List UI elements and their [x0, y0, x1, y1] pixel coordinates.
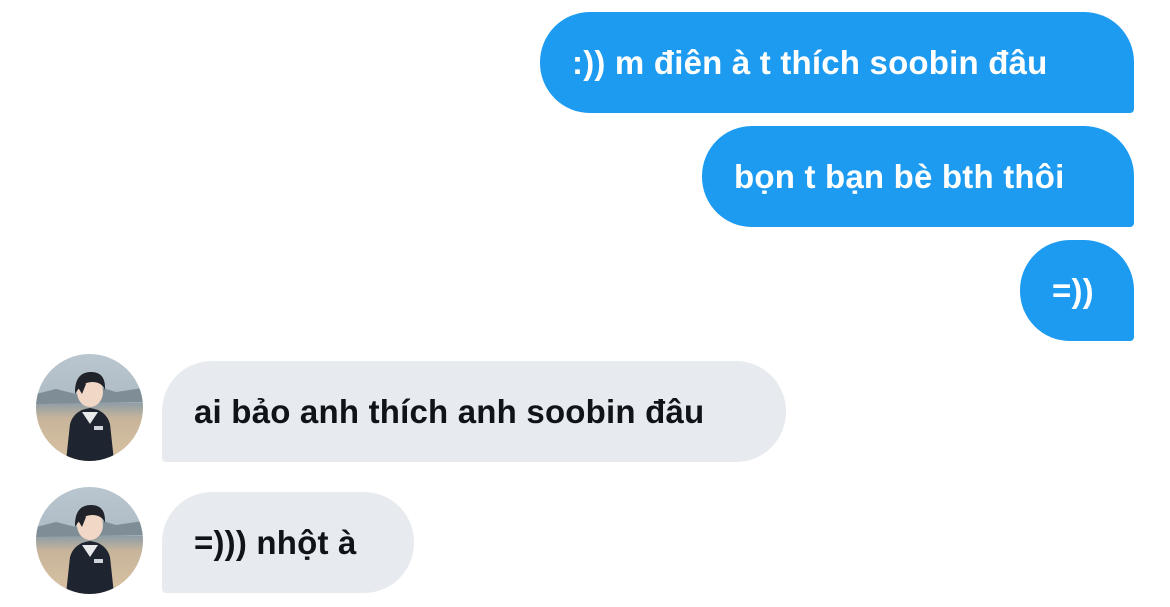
message-text: ai bảo anh thích anh soobin đâu — [194, 392, 705, 430]
incoming-message-bubble[interactable]: =))) nhột à — [162, 492, 414, 593]
outgoing-message-bubble[interactable]: :)) m điên à t thích soobin đâu — [540, 12, 1134, 113]
outgoing-message-bubble[interactable]: =)) — [1020, 240, 1134, 341]
outgoing-message-bubble[interactable]: bọn t bạn bè bth thôi — [702, 126, 1134, 227]
avatar-photo — [36, 354, 143, 461]
avatar-photo — [36, 487, 143, 594]
message-thread: :)) m điên à t thích soobin đâu bọn t bạ… — [0, 0, 1170, 607]
user-avatar[interactable] — [36, 354, 143, 461]
message-text: bọn t bạn bè bth thôi — [734, 157, 1065, 195]
message-text: =))) nhột à — [194, 523, 357, 561]
incoming-message-bubble[interactable]: ai bảo anh thích anh soobin đâu — [162, 361, 786, 462]
message-text: =)) — [1052, 271, 1094, 309]
message-text: :)) m điên à t thích soobin đâu — [572, 43, 1048, 81]
user-avatar[interactable] — [36, 487, 143, 594]
